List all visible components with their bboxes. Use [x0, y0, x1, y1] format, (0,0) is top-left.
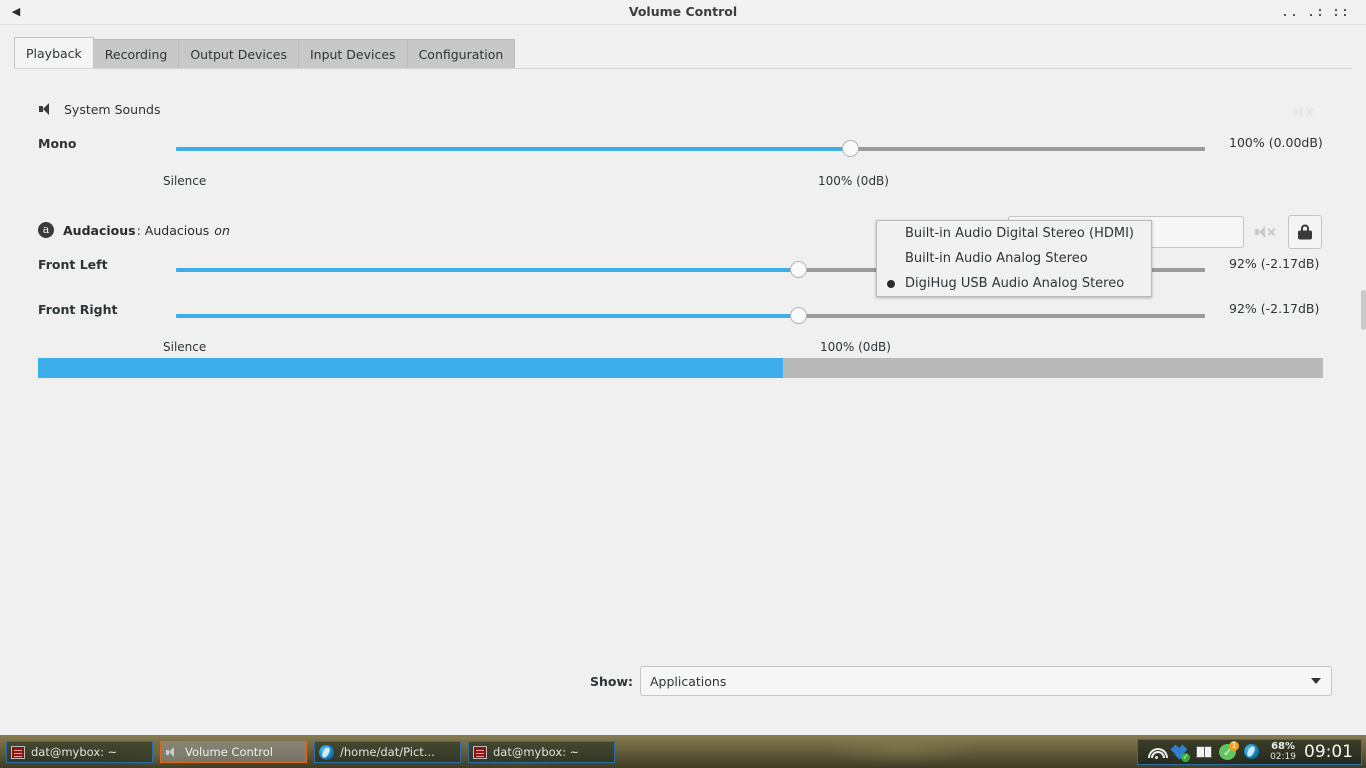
check-badge-icon: ✓ [1181, 753, 1191, 762]
close-icon[interactable] [1335, 7, 1346, 18]
slider-handle[interactable] [789, 307, 807, 324]
show-filter-value: Applications [650, 674, 727, 689]
taskbar-button-label: dat@mybox: ~ [31, 745, 118, 759]
taskbar-button-label: dat@mybox: ~ [493, 745, 580, 759]
tab-output-devices[interactable]: Output Devices [179, 39, 299, 68]
window-title: Volume Control [628, 4, 738, 19]
tab-playback[interactable]: Playback [14, 37, 94, 68]
taskbar-button-terminal-2[interactable]: dat@mybox: ~ [468, 741, 615, 763]
scale-label-base-2: 100% (0dB) [820, 340, 891, 354]
maximize-icon[interactable] [1309, 7, 1321, 18]
stream-app-name: Audacious [63, 222, 136, 238]
channel-label-mono: Mono [38, 136, 77, 151]
tab-bar: Playback Recording Output Devices Input … [14, 37, 516, 68]
show-filter-select[interactable]: Applications [640, 666, 1332, 696]
taskbar-button-pictures[interactable]: /home/dat/Pict... [314, 741, 461, 763]
speaker-icon [165, 746, 179, 759]
volume-value-front-right: 92% (-2.17dB) [1229, 301, 1320, 316]
tab-label: Recording [104, 47, 168, 62]
speaker-icon[interactable] [38, 101, 54, 117]
clock[interactable]: 09:01 [1304, 742, 1353, 762]
battery-indicator[interactable]: 68% 02:19 [1270, 741, 1296, 763]
dropbox-icon[interactable]: ✓ [1170, 743, 1191, 762]
battery-time-remaining: 02:19 [1270, 752, 1296, 762]
speaker-muted-icon-system-sounds[interactable] [1293, 103, 1315, 121]
tab-label: Output Devices [190, 47, 287, 62]
vertical-scrollbar[interactable] [1361, 290, 1366, 330]
tab-label: Input Devices [309, 47, 396, 62]
scale-label-silence-2: Silence [163, 340, 207, 354]
peak-level-meter [38, 358, 1323, 378]
lock-channels-button[interactable] [1288, 215, 1322, 249]
scale-label-base-1: 100% (0dB) [818, 174, 889, 188]
scale-label-silence-1: Silence [163, 174, 207, 188]
volume-value-front-left: 92% (-2.17dB) [1229, 256, 1320, 271]
menu-item-label: DigiHug USB Audio Analog Stereo [905, 276, 1125, 291]
channel-label-front-left: Front Left [38, 257, 108, 272]
lock-icon [1298, 224, 1312, 240]
slider-handle[interactable] [841, 140, 859, 157]
tab-input-devices[interactable]: Input Devices [298, 39, 408, 68]
volume-slider-front-right[interactable] [176, 307, 1205, 325]
menu-item-label: Built-in Audio Analog Stereo [905, 251, 1088, 266]
shutter-icon [319, 744, 334, 760]
sync-icon[interactable]: ✓ 1 [1219, 741, 1240, 761]
shutter-icon[interactable] [1243, 743, 1261, 761]
slider-fill [176, 268, 798, 272]
taskbar-button-volume-control[interactable]: Volume Control [160, 741, 307, 763]
volume-value-mono: 100% (0.00dB) [1229, 135, 1323, 150]
wifi-icon[interactable] [1147, 743, 1169, 761]
stream-description: Audacious [144, 222, 210, 238]
speaker-muted-icon-audacious[interactable] [1255, 223, 1277, 241]
titlebar: ◀ Volume Control [0, 0, 1366, 25]
volume-slider-mono[interactable] [176, 140, 1205, 158]
slider-fill [176, 147, 850, 151]
stream-state: on [214, 222, 230, 238]
tab-label: Configuration [418, 47, 504, 62]
menu-item-digihug[interactable]: DigiHug USB Audio Analog Stereo [877, 271, 1151, 296]
show-label: Show: [590, 674, 634, 689]
slider-handle[interactable] [789, 261, 807, 278]
window-controls [1284, 6, 1346, 18]
dictionary-icon[interactable] [1195, 743, 1213, 761]
system-tray: ✓ ✓ 1 68% 02:19 09:01 [1137, 739, 1362, 765]
audacious-icon[interactable]: a [38, 222, 54, 238]
terminal-icon [11, 745, 25, 759]
taskbar-button-label: /home/dat/Pict... [340, 745, 435, 759]
menu-item-analog[interactable]: Built-in Audio Analog Stereo [877, 246, 1151, 271]
battery-percent: 68% [1271, 741, 1295, 752]
chevron-down-icon [1311, 678, 1321, 684]
menu-item-label: Built-in Audio Digital Stereo (HDMI) [905, 226, 1134, 241]
taskbar-button-label: Volume Control [185, 745, 273, 759]
stream-separator: : [136, 222, 141, 238]
volume-control-window: ◀ Volume Control Playback Recording Outp… [0, 0, 1366, 768]
tab-label: Playback [26, 46, 82, 61]
channel-label-front-right: Front Right [38, 302, 118, 317]
taskbar-button-terminal-1[interactable]: dat@mybox: ~ [6, 741, 153, 763]
tab-configuration[interactable]: Configuration [407, 39, 516, 68]
minimize-icon[interactable] [1284, 7, 1295, 18]
sync-badge: 1 [1229, 741, 1240, 751]
terminal-icon [473, 745, 487, 759]
slider-fill [176, 314, 798, 318]
stream-name-system-sounds: System Sounds [64, 101, 161, 117]
tab-recording[interactable]: Recording [93, 39, 180, 68]
device-dropdown-menu: Built-in Audio Digital Stereo (HDMI) Bui… [876, 220, 1152, 297]
peak-level-fill [38, 358, 784, 378]
stream-header-audacious: a Audacious : Audacious on [38, 222, 230, 238]
tab-underline [14, 68, 1352, 69]
stream-header-system-sounds: System Sounds [38, 101, 160, 117]
radio-selected-icon [887, 279, 895, 288]
menu-item-hdmi[interactable]: Built-in Audio Digital Stereo (HDMI) [877, 221, 1151, 246]
